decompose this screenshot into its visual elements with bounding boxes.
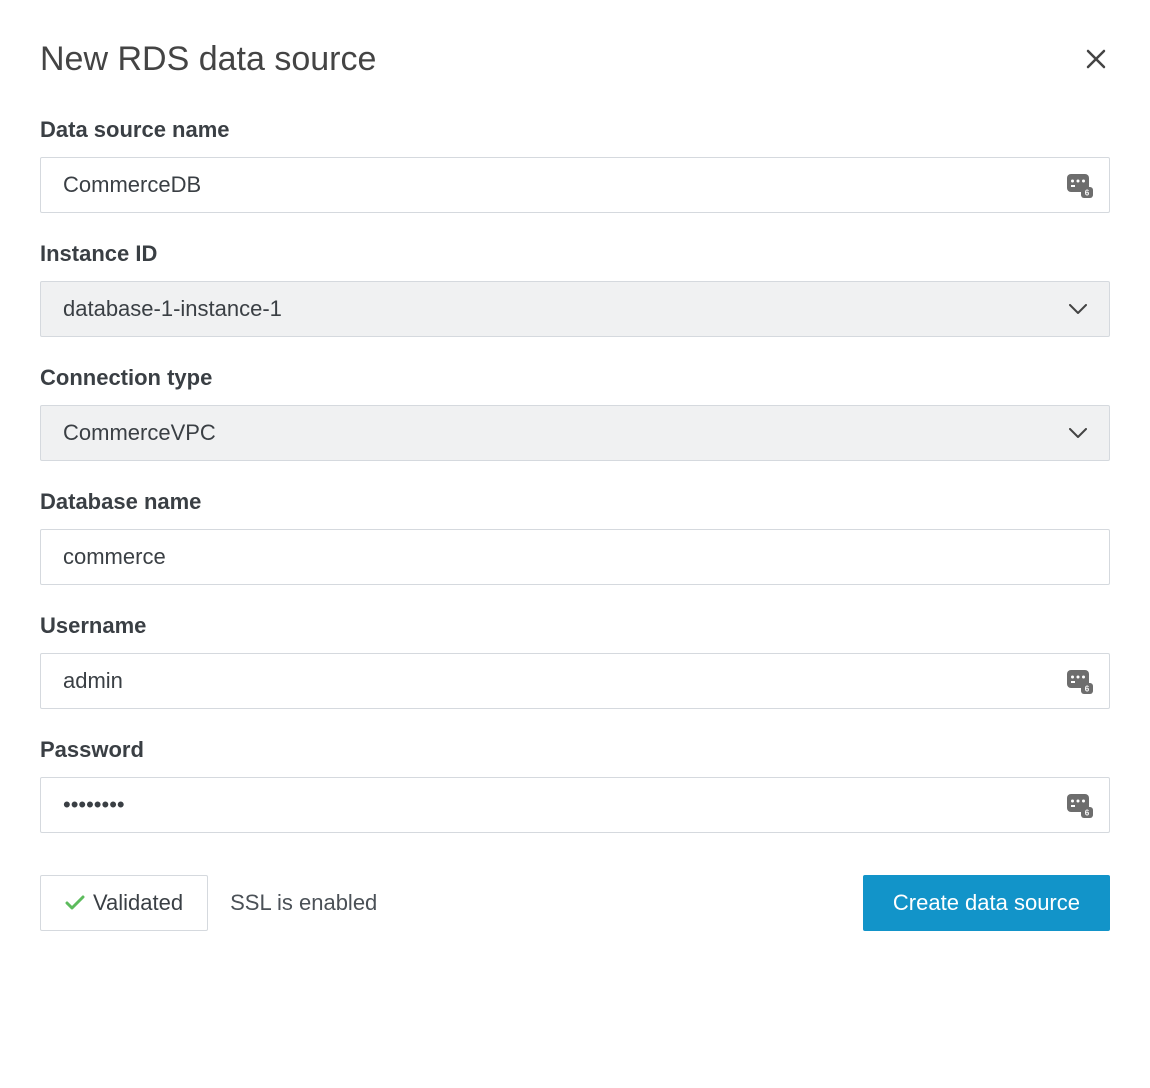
- ssl-status-text: SSL is enabled: [230, 890, 377, 916]
- validated-label: Validated: [93, 890, 183, 916]
- database-name-label: Database name: [40, 489, 1110, 515]
- data-source-name-input[interactable]: [63, 158, 1087, 212]
- username-input[interactable]: [63, 654, 1087, 708]
- dialog-header: New RDS data source: [40, 40, 1110, 79]
- chevron-down-icon: [1069, 428, 1087, 438]
- svg-text:6: 6: [1085, 685, 1090, 694]
- dialog-footer: Validated SSL is enabled Create data sou…: [40, 875, 1110, 931]
- instance-id-label: Instance ID: [40, 241, 1110, 267]
- database-name-input[interactable]: [63, 530, 1087, 584]
- credential-manager-icon[interactable]: 6: [1067, 172, 1093, 198]
- data-source-name-label: Data source name: [40, 117, 1110, 143]
- instance-id-select[interactable]: database-1-instance-1: [40, 281, 1110, 337]
- database-name-input-wrapper[interactable]: [40, 529, 1110, 585]
- field-data-source-name: Data source name 6: [40, 117, 1110, 213]
- password-input[interactable]: [63, 778, 1087, 832]
- credential-manager-icon[interactable]: 6: [1067, 792, 1093, 818]
- connection-type-value: CommerceVPC: [63, 420, 216, 446]
- close-icon[interactable]: [1082, 43, 1110, 77]
- connection-type-select[interactable]: CommerceVPC: [40, 405, 1110, 461]
- validated-button[interactable]: Validated: [40, 875, 208, 931]
- check-icon: [65, 895, 85, 911]
- instance-id-value: database-1-instance-1: [63, 296, 282, 322]
- credential-manager-icon[interactable]: 6: [1067, 668, 1093, 694]
- field-database-name: Database name: [40, 489, 1110, 585]
- field-instance-id: Instance ID database-1-instance-1: [40, 241, 1110, 337]
- password-input-wrapper[interactable]: 6: [40, 777, 1110, 833]
- username-label: Username: [40, 613, 1110, 639]
- field-username: Username 6: [40, 613, 1110, 709]
- page-title: New RDS data source: [40, 40, 376, 79]
- field-connection-type: Connection type CommerceVPC: [40, 365, 1110, 461]
- chevron-down-icon: [1069, 304, 1087, 314]
- footer-left-group: Validated SSL is enabled: [40, 875, 377, 931]
- connection-type-label: Connection type: [40, 365, 1110, 391]
- svg-text:6: 6: [1085, 809, 1090, 818]
- password-label: Password: [40, 737, 1110, 763]
- field-password: Password 6: [40, 737, 1110, 833]
- data-source-name-input-wrapper[interactable]: 6: [40, 157, 1110, 213]
- svg-text:6: 6: [1085, 189, 1090, 198]
- create-data-source-button[interactable]: Create data source: [863, 875, 1110, 931]
- username-input-wrapper[interactable]: 6: [40, 653, 1110, 709]
